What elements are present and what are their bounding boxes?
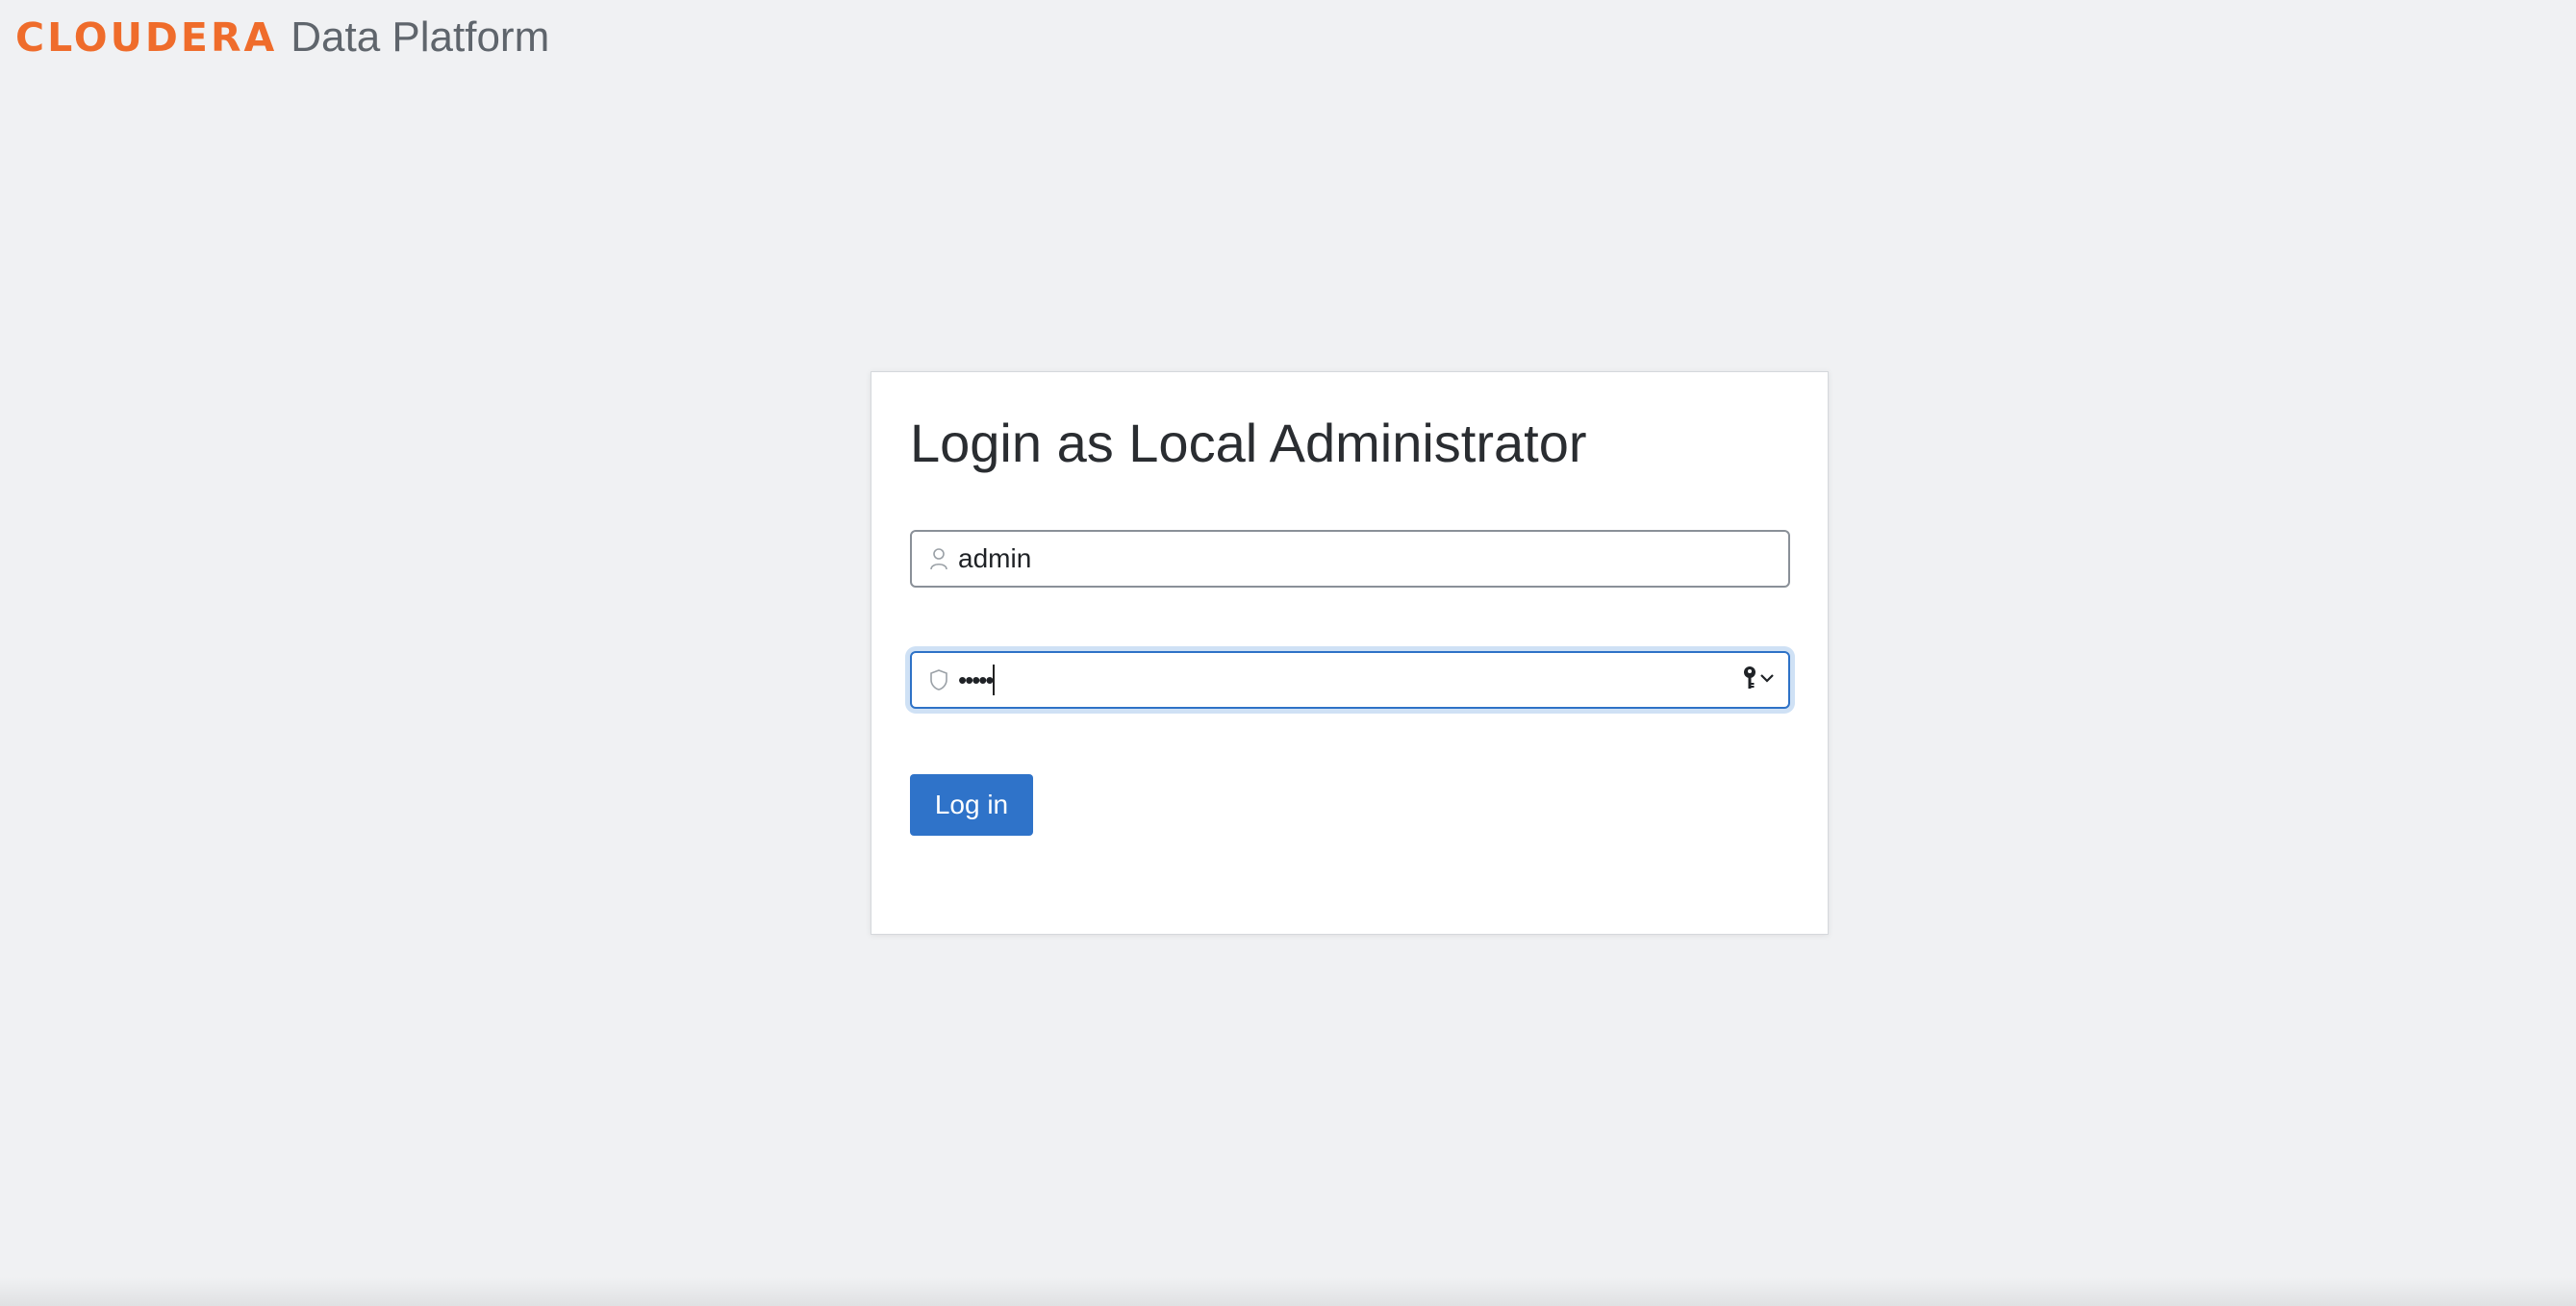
brand-header: CLOUDERA Data Platform — [15, 13, 549, 62]
key-icon — [1742, 666, 1757, 695]
page-title: Login as Local Administrator — [910, 413, 1587, 473]
product-name: Data Platform — [290, 13, 550, 61]
login-card: Login as Local Administrator ••••• — [871, 371, 1829, 935]
cloudera-logo: CLOUDERA — [15, 14, 278, 61]
password-field[interactable]: ••••• — [910, 651, 1790, 709]
username-input[interactable] — [958, 532, 1788, 586]
password-manager-button[interactable] — [1742, 666, 1775, 695]
user-icon — [927, 545, 950, 572]
password-input[interactable]: ••••• — [958, 665, 1742, 695]
bottom-shadow — [0, 1277, 2576, 1306]
username-field[interactable] — [910, 530, 1790, 588]
login-button[interactable]: Log in — [910, 774, 1033, 836]
password-masked-value: ••••• — [958, 665, 994, 694]
shield-icon — [927, 666, 950, 693]
chevron-down-icon — [1759, 671, 1775, 689]
text-cursor — [992, 665, 995, 695]
